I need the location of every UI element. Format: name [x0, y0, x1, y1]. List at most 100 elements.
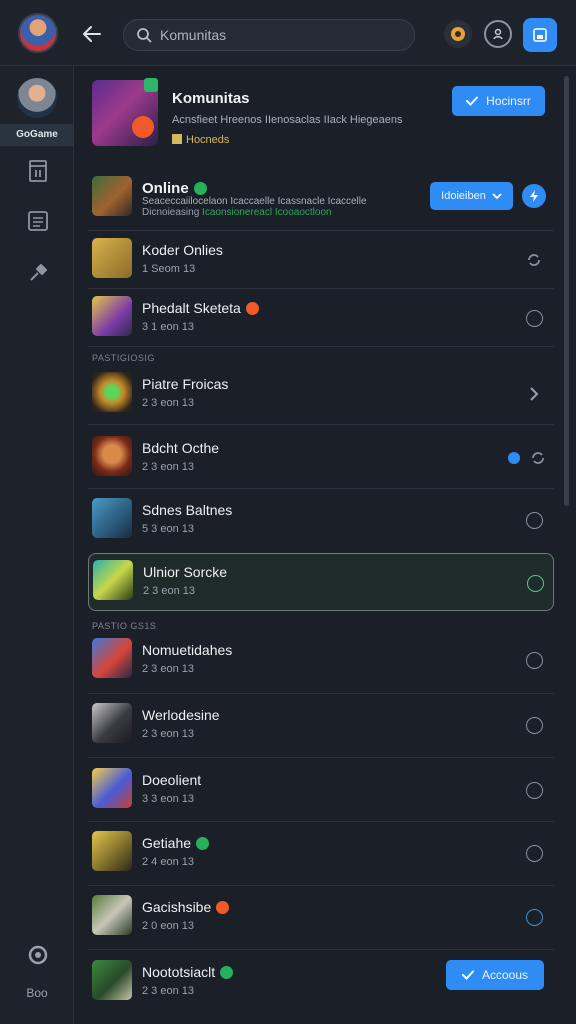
- item-meta: 2 3 eon 13: [142, 985, 194, 997]
- item-name: Doeolient: [142, 772, 202, 788]
- verified-icon: [220, 966, 234, 979]
- list-item-selected[interactable]: Ulnior Sorcke 2 3 eon 13: [88, 553, 554, 611]
- online-title-text: Online: [142, 180, 189, 197]
- item-meta: 2 3 eon 13: [142, 728, 194, 740]
- status-button[interactable]: [524, 308, 544, 328]
- item-meta: 2 0 eon 13: [142, 920, 194, 932]
- sidebar: GoGame Boo: [0, 66, 74, 1024]
- list-item[interactable]: Phedalt Sketeta 3 1 eon 13: [88, 290, 554, 346]
- item-thumbnail: [92, 831, 132, 871]
- accept-button-label: Accoous: [481, 968, 529, 982]
- clock-icon: [525, 309, 543, 327]
- status-button[interactable]: [524, 650, 544, 670]
- sidebar-item-news[interactable]: [25, 208, 51, 234]
- list-item[interactable]: Piatre Froicas 2 3 eon 13: [88, 366, 554, 422]
- list-item[interactable]: Werlodesine 2 3 eon 13: [88, 697, 554, 753]
- item-thumbnail: [92, 638, 132, 678]
- item-thumbnail: [92, 498, 132, 538]
- item-name: Getiahe: [142, 835, 210, 851]
- search-icon: [137, 28, 152, 43]
- search-bar[interactable]: [123, 19, 415, 51]
- list-item[interactable]: Gacishsibe 2 0 eon 13: [88, 889, 554, 945]
- boost-button[interactable]: [522, 184, 546, 208]
- check-icon: [466, 96, 479, 106]
- arrow-left-icon: [83, 26, 101, 42]
- list-item[interactable]: Sdnes Baltnes 5 3 eon 13: [88, 492, 554, 548]
- divider: [88, 885, 554, 886]
- save-button[interactable]: [523, 18, 557, 52]
- status-button[interactable]: [524, 510, 544, 530]
- sync-button[interactable]: [508, 448, 546, 468]
- verified-badge-icon: [144, 78, 158, 92]
- item-thumbnail: [93, 560, 133, 600]
- list-item[interactable]: Doeolient 3 3 eon 13: [88, 762, 554, 818]
- divider: [88, 757, 554, 758]
- status-button[interactable]: [524, 907, 544, 927]
- controller-icon: [451, 27, 465, 41]
- item-meta: 3 3 eon 13: [142, 793, 194, 805]
- game-controller-button[interactable]: [444, 20, 472, 48]
- item-name: Werlodesine: [142, 707, 220, 723]
- online-row[interactable]: Online Seaceccaiilocelaon Icaccaelle Ica…: [88, 170, 554, 226]
- list-item[interactable]: Noototsiaclt 2 3 eon 13 Accoous: [88, 954, 554, 1010]
- check-clock-icon: [526, 574, 544, 592]
- online-action-button[interactable]: Idoieiben: [430, 182, 513, 210]
- open-button[interactable]: [524, 384, 544, 404]
- status-button[interactable]: [524, 780, 544, 800]
- search-input[interactable]: [160, 27, 400, 43]
- profile-avatar[interactable]: [18, 13, 58, 53]
- back-button[interactable]: [78, 20, 106, 48]
- refresh-button[interactable]: [524, 250, 544, 270]
- chevron-down-icon: [492, 193, 502, 200]
- join-button[interactable]: Hocinsrr: [452, 86, 545, 116]
- online-sub-highlight: Icaonsionereacl Icooaoctloon: [202, 207, 332, 218]
- item-thumbnail: [92, 768, 132, 808]
- community-subtitle: Hocneds: [172, 134, 229, 146]
- sidebar-item-tools[interactable]: [25, 260, 51, 286]
- user-icon: [493, 28, 503, 40]
- divider: [88, 693, 554, 694]
- scrollbar[interactable]: [564, 76, 569, 506]
- divider: [88, 346, 554, 347]
- lightning-icon: [530, 190, 538, 202]
- community-subtitle-text: Hocneds: [186, 134, 230, 146]
- item-name: Phedalt Sketeta: [142, 300, 259, 316]
- divider: [88, 424, 554, 425]
- online-subtitle: Dicnoieasing Icaonsionereacl Icooaoctloo…: [142, 207, 332, 218]
- community-title: Komunitas: [172, 90, 250, 107]
- account-button[interactable]: [484, 20, 512, 48]
- community-header: Komunitas Acnsfieet Hreenos IIenosaclas …: [88, 76, 554, 152]
- item-name: Noototsiaclt: [142, 964, 234, 980]
- fire-icon: [216, 901, 230, 914]
- item-name: Bdcht Octhe: [142, 440, 220, 456]
- headset-icon: [28, 945, 48, 965]
- item-name: Ulnior Sorcke: [143, 564, 228, 580]
- refresh-icon: [532, 452, 544, 464]
- list-item[interactable]: Nomuetidahes 2 3 eon 13: [88, 632, 554, 688]
- item-thumbnail: [92, 960, 132, 1000]
- item-thumbnail: [92, 436, 132, 476]
- online-sub-prefix: Dicnoieasing: [142, 207, 200, 218]
- sidebar-avatar[interactable]: [17, 78, 57, 118]
- document-icon: [28, 211, 48, 231]
- item-thumbnail: [92, 372, 132, 412]
- list-item[interactable]: Getiahe 2 4 eon 13: [88, 825, 554, 881]
- sidebar-item-support[interactable]: [25, 942, 51, 968]
- status-button[interactable]: [524, 843, 544, 863]
- members-icon: [172, 134, 182, 144]
- divider: [88, 288, 554, 289]
- item-meta: 2 4 eon 13: [142, 856, 194, 868]
- divider: [88, 488, 554, 489]
- divider: [88, 821, 554, 822]
- item-name: Sdnes Baltnes: [142, 502, 233, 518]
- status-button[interactable]: [524, 715, 544, 735]
- list-item[interactable]: Bdcht Octhe 2 3 eon 13: [88, 430, 554, 486]
- sidebar-item-library[interactable]: [25, 158, 51, 184]
- fire-icon: [245, 302, 259, 315]
- divider: [88, 230, 554, 231]
- status-button[interactable]: [525, 573, 545, 593]
- item-name: Gacishsibe: [142, 899, 230, 915]
- tools-icon: [30, 264, 47, 281]
- accept-button[interactable]: Accoous: [446, 960, 544, 990]
- list-item[interactable]: Koder Onlies 1 Seom 13: [88, 232, 554, 288]
